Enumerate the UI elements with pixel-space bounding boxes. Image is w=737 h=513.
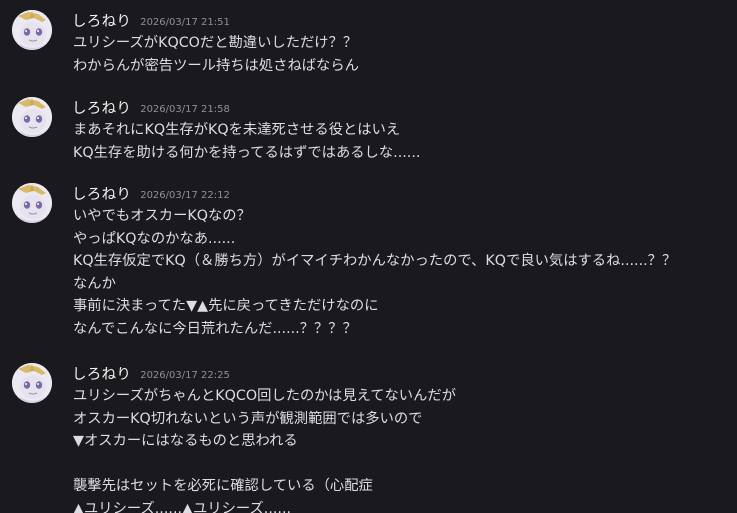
message-line-blank xyxy=(73,453,456,476)
timestamp: 2026/03/17 21:51 xyxy=(140,17,230,28)
username[interactable]: しろねり xyxy=(72,367,131,383)
message-line: KQ生存を助ける何かを持ってるはずではあるしな...... xyxy=(73,144,421,161)
message-content: まあそれにKQ生存がKQを未達死させる役とはいえ KQ生存を助ける何かを持ってる… xyxy=(73,119,420,164)
message-line: オスカーKQ切れないという声が観測範囲では多いので xyxy=(73,410,423,427)
username[interactable]: しろねり xyxy=(72,14,131,30)
message-line: まあそれにKQ生存がKQを未達死させる役とはいえ xyxy=(73,122,401,138)
message-line: ▼オスカーにはなるものと思われる xyxy=(73,433,298,449)
message-line: ユリシーズがちゃんとKQCO回したのかは見えてないんだが xyxy=(73,388,456,404)
timestamp: 2026/03/17 21:58 xyxy=(140,104,230,115)
unicorn-avatar-icon[interactable] xyxy=(12,10,52,50)
message-header: しろねり 2026/03/17 21:51 xyxy=(72,10,230,30)
message-content: ユリシーズがちゃんとKQCO回したのかは見えてないんだが オスカーKQ切れないと… xyxy=(73,385,456,513)
unicorn-avatar-icon[interactable] xyxy=(12,363,52,403)
message-header: しろねり 2026/03/17 22:25 xyxy=(72,363,230,383)
message-line: いやでもオスカーKQなの？ xyxy=(73,208,251,224)
timestamp: 2026/03/17 22:12 xyxy=(140,190,230,201)
message-line: わからんが密告ツール持ちは処さねばならん xyxy=(73,57,359,74)
chat-log: しろねり 2026/03/17 21:51 ユリシーズがKQCOだと勘違いしただけ… xyxy=(0,0,737,513)
message-content: いやでもオスカーKQなの？ やっぱKQなのかなあ...... KQ生存仮定でKQ… xyxy=(73,205,676,340)
message-content: ユリシーズがKQCOだと勘違いしただけ？？ わからんが密告ツール持ちは処さねばな… xyxy=(73,32,359,77)
unicorn-avatar-icon[interactable] xyxy=(12,183,52,223)
message-line: 事前に決まってた▼▲先に戻ってきただけなのに xyxy=(73,298,379,314)
username[interactable]: しろねり xyxy=(72,101,131,117)
message-line: なんか xyxy=(73,275,116,292)
message-header: しろねり 2026/03/17 21:58 xyxy=(72,97,230,117)
message-line: やっぱKQなのかなあ...... xyxy=(73,230,236,247)
message-header: しろねり 2026/03/17 22:12 xyxy=(72,183,230,203)
message-line: 襲撃先はセットを必死に確認している（心配症 xyxy=(73,478,373,494)
username[interactable]: しろねり xyxy=(72,187,131,203)
message-line: ▲ユリシーズ......▲ユリシーズ...... xyxy=(73,500,292,513)
message-line: KQ生存仮定でKQ（＆勝ち方）がイマイチわかんなかったので、KQで良い気はするね… xyxy=(73,253,677,269)
timestamp: 2026/03/17 22:25 xyxy=(140,370,230,381)
message-line: なんでこんなに今日荒れたんだ......？？？？ xyxy=(73,320,357,337)
unicorn-avatar-icon[interactable] xyxy=(12,97,52,137)
message-line: ユリシーズがKQCOだと勘違いしただけ？？ xyxy=(73,35,358,51)
